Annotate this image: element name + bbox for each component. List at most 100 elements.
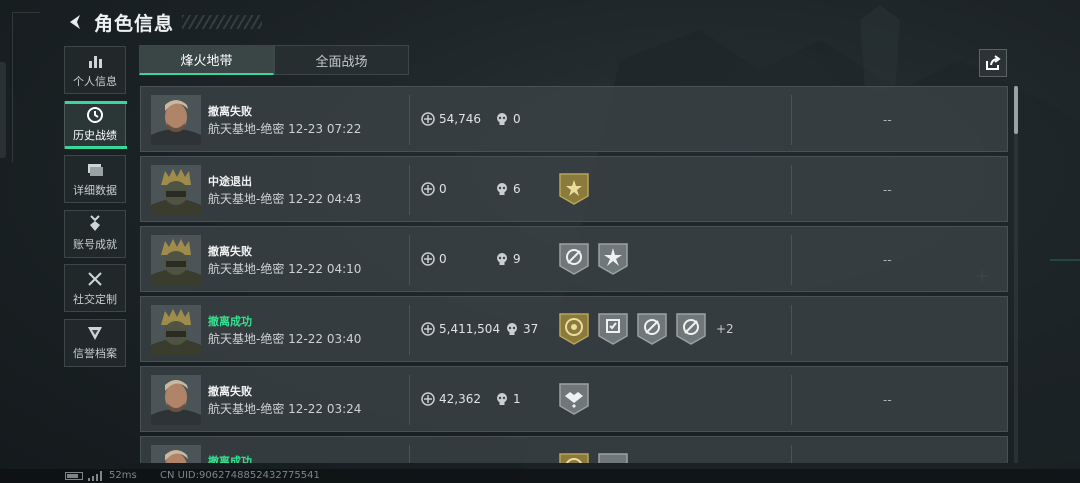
extra-stat: -- bbox=[883, 253, 892, 267]
gray-shield-badge-icon[interactable] bbox=[597, 452, 629, 463]
kill-count: 37 bbox=[523, 322, 539, 336]
operator-portrait-bearded bbox=[151, 95, 201, 145]
match-outcome: 撤离失败 bbox=[208, 385, 252, 398]
battery-icon bbox=[65, 472, 83, 480]
bar-chart-icon bbox=[87, 52, 103, 70]
row-divider bbox=[791, 95, 792, 145]
skull-icon bbox=[507, 323, 517, 335]
stacked-cards-icon bbox=[86, 161, 104, 179]
active-indicator bbox=[65, 100, 127, 104]
row-divider bbox=[791, 235, 792, 285]
gold-star-badge-icon[interactable] bbox=[558, 172, 590, 206]
gray-crosshair-badge-icon[interactable] bbox=[558, 242, 590, 276]
left-frame-deco bbox=[12, 12, 40, 162]
more-badges-count[interactable]: +2 bbox=[716, 322, 734, 336]
sidebar-item-history[interactable]: 历史战绩 bbox=[64, 100, 127, 149]
operator-portrait-helmet bbox=[151, 235, 201, 285]
sidebar-item-reputation[interactable]: 信誉档案 bbox=[64, 318, 126, 367]
share-icon bbox=[986, 55, 1001, 70]
signal-icon bbox=[88, 471, 102, 481]
sidebar-item-achievements[interactable]: 账号成就 bbox=[64, 209, 126, 258]
ping-text: 52ms bbox=[109, 470, 137, 481]
history-clock-icon bbox=[86, 106, 104, 124]
gray-star-badge-icon[interactable] bbox=[597, 242, 629, 276]
tab-firezone[interactable]: 烽火地带 bbox=[139, 45, 274, 75]
skull-icon bbox=[497, 113, 507, 125]
shield-icon bbox=[86, 324, 104, 342]
left-edge-handle[interactable] bbox=[0, 62, 6, 158]
medal-icon bbox=[87, 215, 103, 233]
mode-tabs: 烽火地带 全面战场 bbox=[139, 45, 409, 75]
match-record-row[interactable]: 撤离失败 航天基地-绝密 12-23 07:22 54,746 0 -- bbox=[140, 86, 1008, 152]
match-record-row[interactable]: 撤离成功 航天基地-绝密 12-22 03:40 5,411,504 37 +2 bbox=[140, 296, 1008, 362]
match-outcome: 中途退出 bbox=[208, 175, 252, 188]
match-detail: 航天基地-绝密 12-22 03:24 bbox=[208, 402, 362, 416]
extracted-value: 42,362 bbox=[439, 392, 481, 406]
match-outcome: 撤离失败 bbox=[208, 245, 252, 258]
tools-icon bbox=[86, 270, 104, 288]
sidebar-item-personal-info[interactable]: 个人信息 bbox=[64, 46, 126, 94]
active-indicator bbox=[65, 145, 127, 149]
row-divider bbox=[791, 305, 792, 355]
badge-list bbox=[558, 172, 590, 206]
extracted-value: 0 bbox=[439, 182, 447, 196]
match-record-row[interactable]: 撤离失败 航天基地-绝密 12-22 03:24 42,362 1 -- bbox=[140, 366, 1008, 432]
scrollbar-thumb[interactable] bbox=[1014, 86, 1018, 134]
value-coin-icon bbox=[421, 392, 435, 406]
row-divider bbox=[791, 165, 792, 215]
operator-portrait-bearded bbox=[151, 445, 201, 463]
extra-stat: -- bbox=[883, 113, 892, 127]
match-detail: 航天基地-绝密 12-22 04:10 bbox=[208, 262, 362, 276]
sidebar-item-social[interactable]: 社交定制 bbox=[64, 264, 126, 312]
sidebar-item-label: 社交定制 bbox=[73, 292, 117, 306]
match-record-row[interactable]: 撤离成功 bbox=[140, 436, 1008, 463]
sidebar-item-label: 账号成就 bbox=[73, 238, 117, 251]
gray-crosshair-badge-icon[interactable] bbox=[675, 312, 707, 346]
tab-full-battlefield[interactable]: 全面战场 bbox=[274, 45, 409, 75]
row-divider bbox=[409, 305, 410, 355]
match-outcome: 撤离成功 bbox=[208, 315, 252, 328]
kill-count: 1 bbox=[513, 392, 521, 406]
gold-ring-badge-icon[interactable] bbox=[558, 312, 590, 346]
value-coin-icon bbox=[421, 182, 435, 196]
value-coin-icon bbox=[421, 112, 435, 126]
gray-handshake-badge-icon[interactable] bbox=[558, 382, 590, 416]
row-divider bbox=[409, 165, 410, 215]
row-divider bbox=[409, 445, 410, 463]
badge-list bbox=[558, 242, 629, 276]
match-record-row[interactable]: 撤离失败 航天基地-绝密 12-22 04:10 0 9 -- bbox=[140, 226, 1008, 292]
title-stripes-deco bbox=[182, 15, 263, 29]
share-button[interactable] bbox=[979, 49, 1007, 77]
row-divider bbox=[409, 95, 410, 145]
skull-icon bbox=[497, 183, 507, 195]
match-outcome: 撤离失败 bbox=[208, 105, 252, 118]
gold-ring-badge-icon[interactable] bbox=[558, 452, 590, 463]
gray-crosshair-badge-icon[interactable] bbox=[636, 312, 668, 346]
extra-stat: -- bbox=[883, 183, 892, 197]
match-detail: 航天基地-绝密 12-22 03:40 bbox=[208, 332, 362, 346]
match-history-list: 撤离失败 航天基地-绝密 12-23 07:22 54,746 0 -- 中途退… bbox=[140, 86, 1008, 463]
sidebar-item-label: 信誉档案 bbox=[73, 347, 117, 360]
sidebar-item-label: 个人信息 bbox=[73, 74, 117, 88]
skull-icon bbox=[497, 253, 507, 265]
badge-list bbox=[558, 452, 629, 463]
extracted-value: 54,746 bbox=[439, 112, 481, 126]
match-record-row[interactable]: 中途退出 航天基地-绝密 12-22 04:43 0 6 -- bbox=[140, 156, 1008, 222]
skull-icon bbox=[497, 393, 507, 405]
sidebar-item-detailed-data[interactable]: 详细数据 bbox=[64, 155, 126, 203]
gray-shield-badge-icon[interactable] bbox=[597, 312, 629, 346]
page-header: 角色信息 bbox=[64, 8, 263, 36]
page-title: 角色信息 bbox=[94, 12, 175, 35]
back-arrow-icon[interactable] bbox=[64, 11, 86, 33]
operator-portrait-bearded bbox=[151, 375, 201, 425]
row-divider bbox=[791, 375, 792, 425]
list-scrollbar[interactable] bbox=[1014, 86, 1018, 463]
extracted-value: 0 bbox=[439, 252, 447, 266]
uid-text: CN UID:9062748852432775541 bbox=[160, 470, 320, 481]
sidebar-item-label: 详细数据 bbox=[73, 183, 117, 197]
extracted-value: 5,411,504 bbox=[439, 322, 501, 336]
badge-list bbox=[558, 382, 590, 416]
sidebar: 个人信息 历史战绩 详细数据 账号成就 社交定制 信誉档案 bbox=[64, 46, 127, 373]
kill-count: 0 bbox=[513, 112, 521, 126]
kill-count: 9 bbox=[513, 252, 521, 266]
